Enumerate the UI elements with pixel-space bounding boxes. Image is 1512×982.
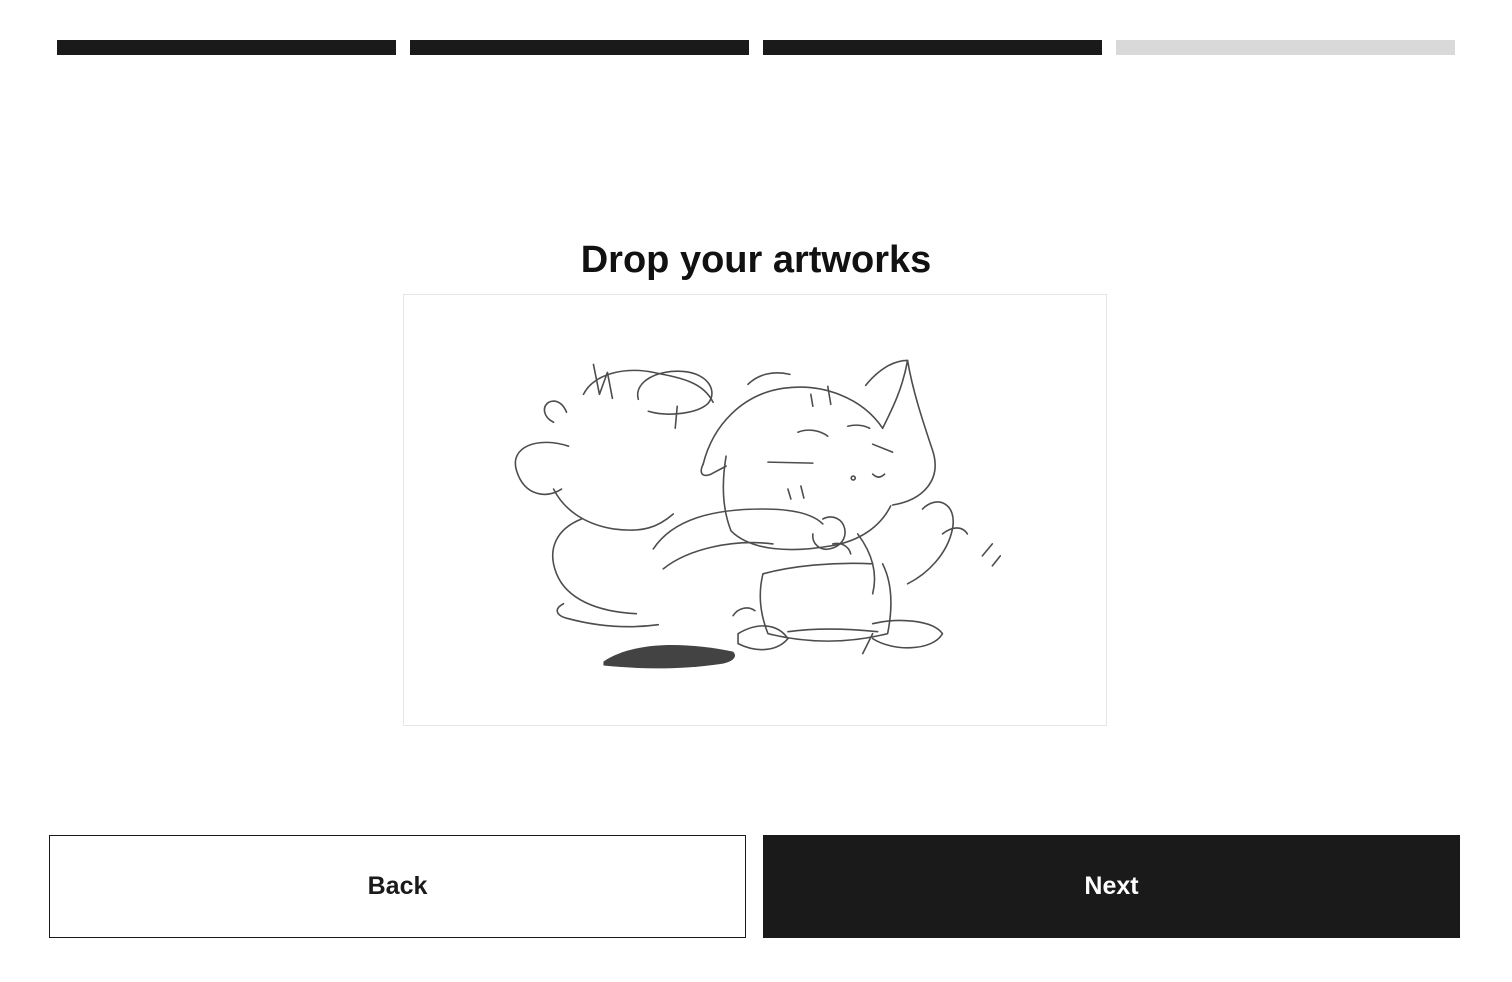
artwork-preview-image [514, 359, 1002, 669]
progress-step-1 [57, 40, 396, 55]
page-title: Drop your artworks [580, 239, 932, 281]
progress-step-2 [410, 40, 749, 55]
progress-step-4 [1116, 40, 1455, 55]
artwork-dropzone[interactable] [403, 294, 1107, 726]
progress-step-3 [763, 40, 1102, 55]
step-progress-bar [57, 40, 1455, 55]
upload-step-page: Drop your artworks Back Next [0, 0, 1512, 982]
back-button[interactable]: Back [49, 835, 746, 938]
next-button[interactable]: Next [763, 835, 1460, 938]
